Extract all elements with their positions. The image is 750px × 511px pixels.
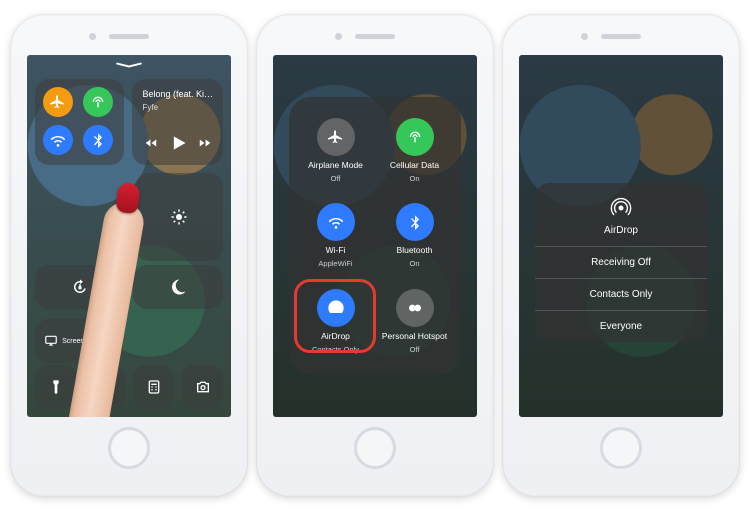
front-camera [89,33,96,40]
wifi-icon [328,214,344,230]
personal-hotspot-item[interactable]: Personal Hotspot Off [378,282,451,361]
cellular-data-toggle[interactable] [83,87,113,117]
timer-icon [97,379,113,395]
screen-1: Belong (feat. Ki… Fyfe Screen Mirro [27,55,231,417]
screen-2: Airplane Mode Off Cellular Data On Wi-Fi… [273,55,477,417]
brightness-slider[interactable] [135,173,223,261]
cellular-data-status: On [409,174,419,183]
speaker-grille [109,34,149,39]
wifi-status: AppleWiFi [318,259,352,268]
wifi-icon [50,132,66,148]
camera-icon [195,379,211,395]
home-button[interactable] [108,427,150,469]
airplane-mode-label: Airplane Mode [308,160,363,170]
home-button[interactable] [354,427,396,469]
airplane-mode-status: Off [331,174,341,183]
hotspot-icon [407,300,423,316]
phone-step-1: Belong (feat. Ki… Fyfe Screen Mirro [10,14,248,497]
chevron-down-icon[interactable] [114,61,144,69]
antenna-icon [407,129,423,145]
airplane-icon [328,129,344,145]
cellular-data-label: Cellular Data [390,160,439,170]
speaker-grille [355,34,395,39]
rotation-lock-icon [71,278,89,296]
torch-button[interactable] [35,365,76,409]
airplane-mode-toggle[interactable] [43,87,73,117]
airdrop-icon [328,300,344,316]
moon-icon [169,278,187,296]
bluetooth-toggle[interactable] [83,125,113,155]
previous-track-button[interactable] [144,136,158,152]
antenna-icon [90,94,106,110]
airdrop-menu-title: AirDrop [604,225,638,236]
connectivity-tile[interactable] [35,79,124,165]
bluetooth-label: Bluetooth [397,245,433,255]
airdrop-item[interactable]: AirDrop Contacts Only [299,282,372,361]
rotation-lock-toggle[interactable] [35,265,125,309]
connectivity-panel: Airplane Mode Off Cellular Data On Wi-Fi… [289,97,461,375]
sun-icon [170,208,188,226]
screen-mirroring-icon [44,334,58,348]
speaker-grille [601,34,641,39]
rewind-icon [144,136,158,150]
track-title: Belong (feat. Ki… [142,89,213,99]
airdrop-option-everyone[interactable]: Everyone [535,310,707,342]
airdrop-option-receiving-off[interactable]: Receiving Off [535,246,707,278]
play-button[interactable] [168,133,188,155]
do-not-disturb-toggle[interactable] [133,265,223,309]
calculator-button[interactable] [133,365,174,409]
airdrop-menu: AirDrop Receiving Off Contacts Only Ever… [535,183,707,342]
screen-3: AirDrop Receiving Off Contacts Only Ever… [519,55,723,417]
bluetooth-status: On [409,259,419,268]
now-playing-tile[interactable]: Belong (feat. Ki… Fyfe [132,79,223,165]
cellular-data-item[interactable]: Cellular Data On [378,111,451,190]
wifi-item[interactable]: Wi-Fi AppleWiFi [299,196,372,275]
screen-mirroring-label: Screen Mirroring [62,338,114,345]
phone-step-3: AirDrop Receiving Off Contacts Only Ever… [502,14,740,497]
airplane-icon [50,94,66,110]
next-track-button[interactable] [198,136,212,152]
phone-step-2: Airplane Mode Off Cellular Data On Wi-Fi… [256,14,494,497]
home-button[interactable] [600,427,642,469]
calculator-icon [146,379,162,395]
camera-button[interactable] [182,365,223,409]
wifi-label: Wi-Fi [326,245,346,255]
personal-hotspot-label: Personal Hotspot [382,331,447,341]
screen-mirroring-button[interactable]: Screen Mirroring [35,319,123,363]
play-icon [168,133,188,153]
personal-hotspot-status: Off [410,345,420,354]
bluetooth-icon [407,214,423,230]
timer-button[interactable] [84,365,125,409]
bluetooth-icon [90,132,106,148]
forward-icon [198,136,212,150]
airdrop-label: AirDrop [321,331,350,341]
airdrop-option-contacts-only[interactable]: Contacts Only [535,278,707,310]
airplane-mode-item[interactable]: Airplane Mode Off [299,111,372,190]
flashlight-icon [48,379,64,395]
track-artist: Fyfe [142,103,158,112]
front-camera [335,33,342,40]
airdrop-status: Contacts Only [312,345,359,354]
bluetooth-item[interactable]: Bluetooth On [378,196,451,275]
wifi-toggle[interactable] [43,125,73,155]
airdrop-icon [608,195,634,221]
front-camera [581,33,588,40]
